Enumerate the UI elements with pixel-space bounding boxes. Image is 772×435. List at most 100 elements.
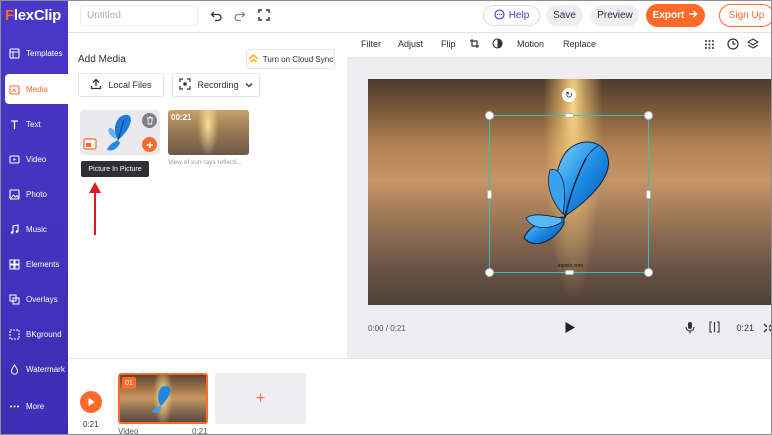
overlays-icon (8, 293, 20, 305)
sidebar-item-background[interactable]: BKground (5, 319, 68, 349)
sidebar-item-label: BKground (26, 329, 62, 339)
video-icon (8, 153, 20, 165)
editor-window: FlexClip Templates Media Text Video Phot… (0, 0, 772, 435)
sidebar-item-media[interactable]: Media (5, 74, 68, 104)
chevron-down-icon (245, 80, 253, 90)
templates-icon (8, 47, 20, 59)
preview-button[interactable]: Preview (591, 5, 639, 26)
adjust-button[interactable]: Adjust (398, 39, 423, 49)
plus-icon (146, 141, 153, 148)
project-title-input[interactable]: Untitled (80, 5, 198, 26)
clip-butterfly (152, 385, 171, 413)
save-button[interactable]: Save (546, 5, 583, 26)
recording-button[interactable]: Recording (172, 73, 260, 97)
cloud-sync-button[interactable]: Turn on Cloud Sync (246, 49, 335, 69)
resize-handle[interactable] (565, 270, 574, 275)
sidebar-item-label: Elements (26, 259, 60, 269)
undo-icon[interactable] (208, 7, 224, 23)
replace-button[interactable]: Replace (563, 39, 596, 49)
sidebar-item-elements[interactable]: Elements (5, 249, 68, 279)
upload-icon (90, 78, 102, 92)
layers-icon[interactable] (746, 38, 760, 52)
selection-box[interactable] (485, 111, 653, 277)
resize-handle[interactable] (565, 113, 574, 118)
sidebar-item-video[interactable]: Video (5, 144, 68, 174)
top-bar: Untitled Help Save Preview Export Sign U… (68, 1, 771, 33)
resize-handle[interactable] (487, 190, 492, 199)
player-controls: 0:00 / 0:21 0:21 (368, 313, 771, 343)
sidebar: FlexClip Templates Media Text Video Phot… (1, 1, 68, 434)
fullscreen-icon[interactable] (256, 7, 272, 23)
sidebar-item-label: Templates (26, 48, 63, 58)
record-icon (179, 78, 192, 92)
butterfly-media-thumbnail[interactable] (80, 110, 160, 155)
filter-button[interactable]: Filter (361, 39, 381, 49)
add-clip-button[interactable]: + (215, 373, 306, 424)
resize-handle[interactable] (644, 111, 653, 120)
redo-icon[interactable] (231, 7, 247, 23)
sun-reflection (198, 110, 218, 155)
sidebar-item-templates[interactable]: Templates (5, 38, 68, 68)
help-label: Help (508, 10, 530, 21)
current-time: 0:00 / 0:21 (368, 324, 406, 333)
motion-button[interactable]: Motion (517, 39, 544, 49)
crop-icon[interactable] (469, 38, 480, 51)
watermark-icon (8, 363, 20, 375)
picture-in-picture-icon[interactable] (83, 137, 97, 151)
picture-in-picture-tooltip: Picture In Picture (81, 161, 149, 177)
grid-icon[interactable] (704, 39, 715, 52)
text-icon (8, 118, 20, 130)
add-to-timeline-button[interactable] (142, 137, 157, 152)
microphone-icon[interactable] (685, 321, 695, 337)
rotate-handle-icon[interactable]: ↻ (562, 88, 576, 102)
export-button[interactable]: Export (646, 4, 705, 27)
background-icon (8, 328, 20, 340)
trash-icon[interactable] (142, 113, 157, 128)
chat-icon (494, 8, 505, 23)
video-caption: View of sun rays reflecti... (168, 159, 242, 166)
timeline-play-button[interactable] (80, 391, 102, 413)
sidebar-item-label: Overlays (26, 294, 58, 304)
sidebar-item-label: Photo (26, 189, 47, 199)
export-label: Export (652, 10, 685, 21)
clip-number-badge: 01 (122, 377, 136, 389)
sunset-video-thumbnail[interactable]: 00:21 (168, 110, 249, 155)
resize-handle[interactable] (644, 268, 653, 277)
shrink-icon[interactable] (763, 323, 771, 336)
edit-toolbar: Filter Adjust Flip Motion Replace (347, 33, 771, 58)
sidebar-item-label: Watermark (26, 364, 65, 374)
clip-duration: 0:21 (192, 427, 208, 435)
resize-handle[interactable] (485, 111, 494, 120)
sidebar-item-label: Text (26, 119, 41, 129)
resize-handle[interactable] (485, 268, 494, 277)
canvas-area: ↻ inpixio.com 0:00 / 0:21 0:21 (347, 58, 771, 358)
help-button[interactable]: Help (483, 5, 540, 26)
video-duration: 00:21 (171, 113, 192, 122)
butterfly-overlay (523, 141, 609, 245)
split-icon[interactable] (709, 321, 720, 336)
sidebar-item-text[interactable]: Text (5, 109, 68, 139)
sidebar-item-overlays[interactable]: Overlays (5, 284, 68, 314)
play-icon[interactable] (564, 321, 576, 337)
app-logo[interactable]: FlexClip (5, 7, 61, 24)
arrow-right-icon (688, 9, 698, 22)
opacity-icon[interactable] (492, 38, 503, 51)
sidebar-item-more[interactable]: More (5, 391, 68, 421)
flip-button[interactable]: Flip (441, 39, 456, 49)
local-files-button[interactable]: Local Files (78, 73, 164, 97)
clock-icon[interactable] (727, 38, 739, 52)
video-preview[interactable]: ↻ inpixio.com (368, 79, 771, 305)
sidebar-item-label: Media (26, 84, 48, 94)
resize-handle[interactable] (646, 190, 651, 199)
red-arrow-annotation (89, 182, 101, 235)
sidebar-item-watermark[interactable]: Watermark (5, 354, 68, 384)
sidebar-item-label: Video (26, 154, 47, 164)
timeline: 0:21 01 Video 0:21 + (68, 358, 771, 435)
music-icon (8, 223, 20, 235)
timeline-clip[interactable]: 01 (118, 373, 208, 424)
sidebar-item-label: Music (26, 224, 47, 234)
sidebar-item-photo[interactable]: Photo (5, 179, 68, 209)
elements-icon (8, 258, 20, 270)
signup-button[interactable]: Sign Up (719, 4, 771, 27)
sidebar-item-music[interactable]: Music (5, 214, 68, 244)
